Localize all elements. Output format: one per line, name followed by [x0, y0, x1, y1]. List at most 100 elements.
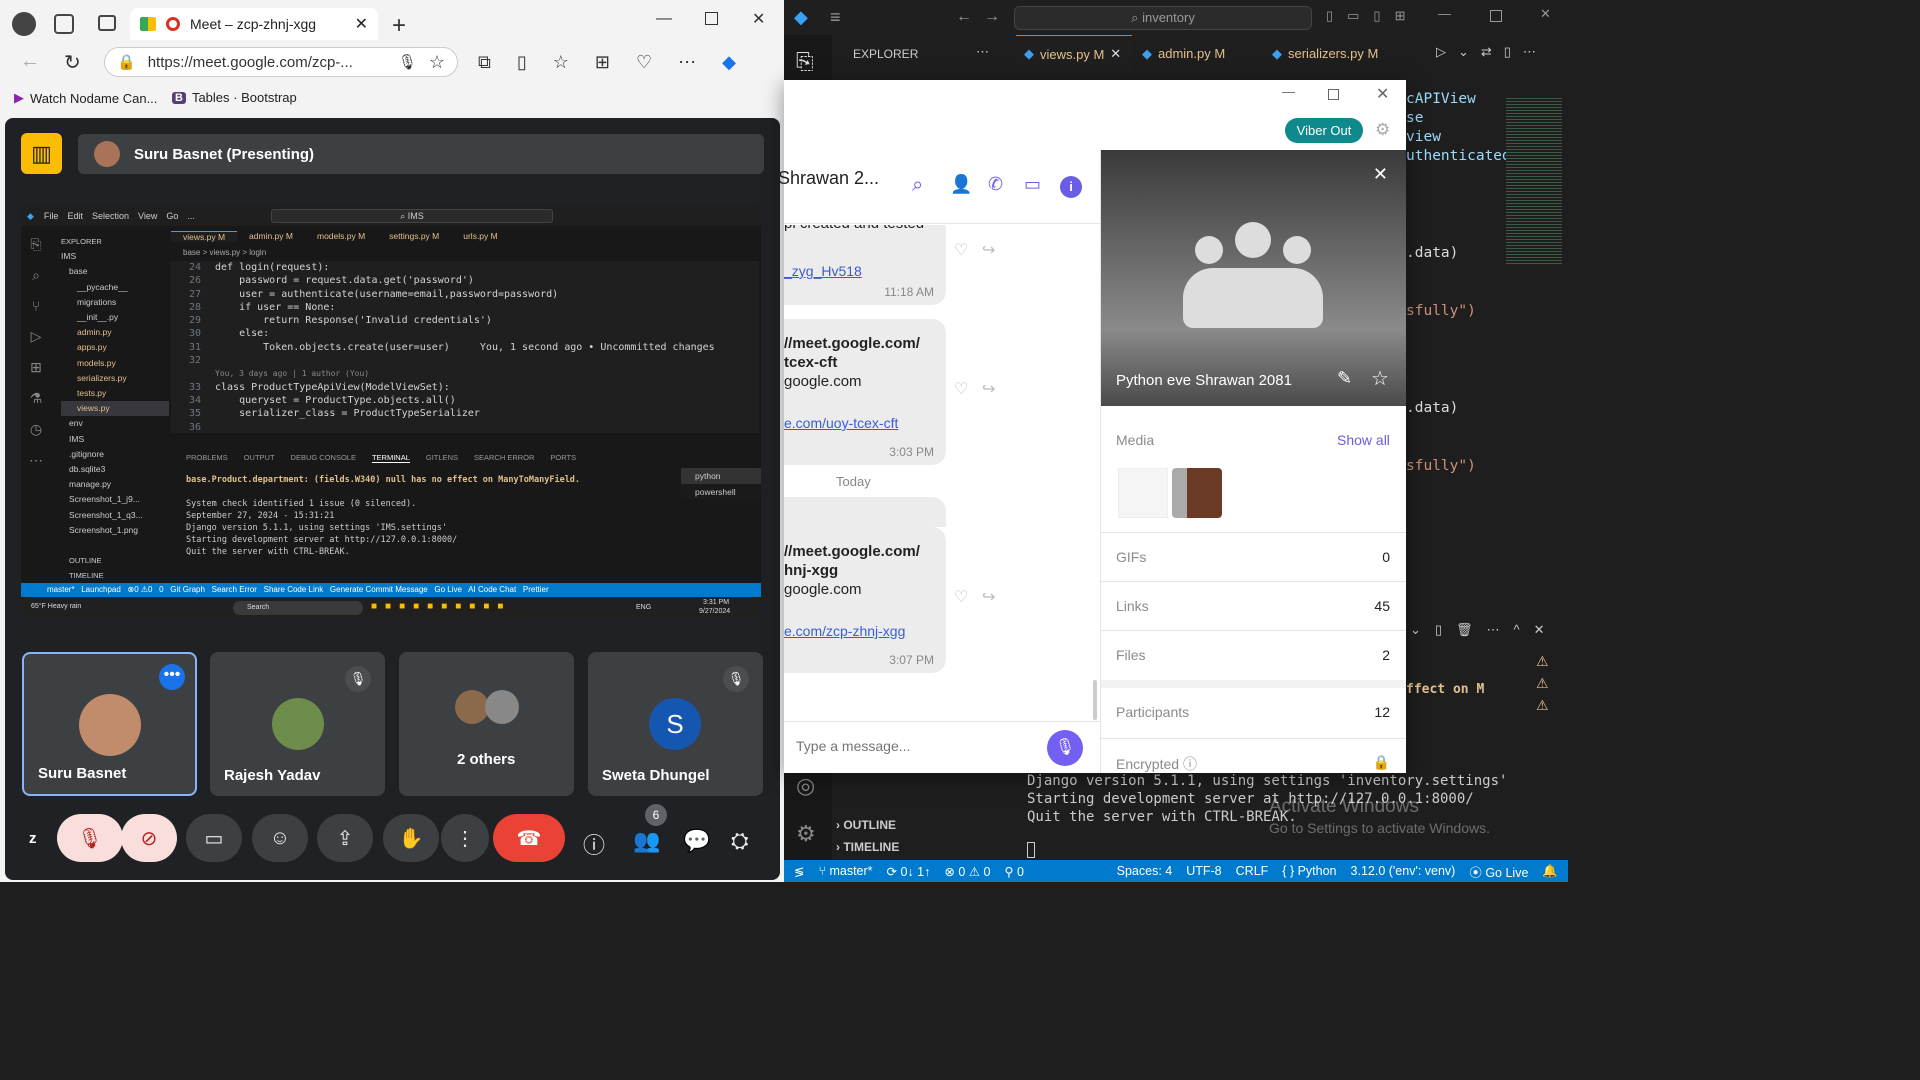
shared-timeline[interactable]: TIMELINE — [69, 571, 104, 580]
more-icon[interactable]: ⋯ — [29, 452, 43, 469]
editor-tab[interactable]: views.py M — [171, 230, 238, 242]
stat-links[interactable]: Links 45 — [1116, 598, 1390, 614]
shared-outline[interactable]: OUTLINE — [69, 556, 102, 565]
viber-out-button[interactable]: Viber Out — [1285, 118, 1363, 143]
editor-tab[interactable]: ◆ admin.py M — [1142, 35, 1225, 72]
tab-actions-icon[interactable] — [98, 15, 116, 31]
sync[interactable]: ⟳ 0↓ 1↑ — [887, 864, 931, 879]
minimize-button[interactable]: — — [1438, 6, 1451, 21]
activities-icon[interactable]: ⛭ — [731, 828, 749, 854]
interpreter[interactable]: 3.12.0 ('env': venv) — [1351, 864, 1456, 878]
tree-item[interactable]: Screenshot_1_q3... — [61, 508, 169, 523]
shell-python[interactable]: python — [681, 468, 761, 484]
mic-icon[interactable]: 🎙 — [398, 53, 417, 71]
shared-search[interactable]: ⌕ IMS — [271, 209, 553, 223]
stat-files[interactable]: Files 2 — [1116, 647, 1390, 663]
favorite-star-icon[interactable]: ☆ — [1371, 366, 1389, 391]
close-window-button[interactable]: ✕ — [752, 9, 765, 29]
more-icon[interactable]: ⋯ — [678, 52, 696, 73]
notifications-icon[interactable]: 🔔 — [1542, 864, 1558, 879]
captions-button[interactable]: ▭ — [186, 814, 242, 862]
search-icon[interactable]: ⌕ — [32, 267, 40, 284]
message-link[interactable]: _zyg_Hv518 — [784, 263, 862, 279]
tree-item[interactable]: migrations — [61, 295, 169, 310]
minimize-button[interactable]: — — [656, 10, 672, 28]
people-icon[interactable]: 👥 — [633, 828, 660, 854]
share-icon[interactable]: ↪ — [982, 587, 995, 607]
new-tab-button[interactable]: + — [392, 12, 406, 40]
participant-tile[interactable]: ••• Suru Basnet — [22, 652, 197, 796]
collections-icon[interactable]: ⊞ — [595, 52, 610, 73]
voice-message-button[interactable]: 🎙 — [1047, 730, 1083, 766]
maximize-button[interactable] — [705, 12, 718, 25]
outline-section[interactable]: › OUTLINE — [836, 818, 896, 832]
run-icon[interactable]: ▷ — [31, 328, 42, 345]
favorites-icon[interactable]: ☆ — [553, 52, 569, 73]
tree-item[interactable]: .gitignore — [61, 447, 169, 462]
show-all-link[interactable]: Show all — [1337, 432, 1390, 448]
ports[interactable]: ⚲ 0 — [1004, 864, 1024, 879]
close-tab-icon[interactable]: ✕ — [1110, 46, 1121, 62]
close-panel-icon[interactable]: ✕ — [1373, 164, 1388, 185]
workspaces-icon[interactable] — [54, 14, 74, 34]
tree-item[interactable]: views.py — [61, 401, 169, 417]
like-icon[interactable]: ♡ — [954, 240, 968, 260]
bookmark-1[interactable]: ▶ Watch Nodame Can... — [14, 90, 157, 106]
language-mode[interactable]: { } Python — [1282, 864, 1336, 878]
extensions-icon[interactable]: ⊞ — [30, 359, 42, 376]
favorite-star-icon[interactable]: ☆ — [429, 52, 445, 73]
panel-tab[interactable]: OUTPUT — [244, 453, 275, 463]
media-thumbnail[interactable] — [1118, 468, 1168, 518]
edit-icon[interactable]: ✎ — [1337, 368, 1352, 389]
stat-participants[interactable]: Participants 12 — [1116, 704, 1390, 720]
message-link[interactable]: e.com/zcp-zhnj-xgg — [784, 623, 905, 639]
tree-item[interactable]: __pycache__ — [61, 280, 169, 295]
panel-tab[interactable]: PORTS — [550, 453, 576, 463]
browser-essentials-icon[interactable]: ♡ — [636, 52, 652, 73]
camera-toggle-button[interactable]: ⊘ — [121, 814, 177, 862]
encoding[interactable]: UTF-8 — [1186, 864, 1221, 878]
tree-item[interactable]: admin.py — [61, 325, 169, 340]
tree-item[interactable]: serializers.py — [61, 371, 169, 386]
tree-item[interactable]: Screenshot_1_j9... — [61, 492, 169, 507]
like-icon[interactable]: ♡ — [954, 379, 968, 399]
explorer-more-icon[interactable]: ⋯ — [976, 44, 989, 60]
message-link[interactable]: e.com/uoy-tcex-cft — [784, 415, 898, 431]
close-window-button[interactable]: ✕ — [1540, 6, 1551, 22]
message-bubble[interactable]: //meet.google.com/hnj-xgg google.com e.com… — [784, 527, 946, 673]
editor-tab[interactable]: urls.py M — [451, 231, 509, 241]
indentation[interactable]: Spaces: 4 — [1117, 864, 1173, 878]
copilot-icon[interactable]: ◆ — [722, 52, 736, 73]
scrollbar[interactable] — [1093, 680, 1097, 720]
files-icon[interactable]: ⎘ — [30, 236, 41, 253]
menu-icon[interactable]: ≡ — [830, 7, 841, 28]
stat-gifs[interactable]: GIFs 0 — [1116, 549, 1390, 565]
tree-item[interactable]: IMS — [61, 432, 169, 447]
participant-tile[interactable]: S 🎙 Sweta Dhungel — [588, 652, 763, 796]
branch[interactable]: ⑂ master* — [818, 864, 872, 878]
editor-tab[interactable]: ◆ serializers.py M — [1272, 35, 1378, 72]
raise-hand-button[interactable]: ✋ — [383, 814, 439, 862]
extensions-icon[interactable]: ⧉ — [478, 52, 491, 73]
browser-tab[interactable]: Meet – zcp-zhnj-xgg ✕ — [130, 8, 378, 40]
eol[interactable]: CRLF — [1236, 864, 1269, 878]
media-thumbnail[interactable] — [1172, 468, 1222, 518]
bookmark-2[interactable]: B Tables · Bootstrap — [172, 90, 297, 105]
video-call-icon[interactable]: ▭ — [1024, 174, 1041, 195]
participant-tile[interactable]: 🎙 Rajesh Yadav — [210, 652, 385, 796]
close-tab-icon[interactable]: ✕ — [355, 14, 368, 34]
present-button[interactable]: ⇪ — [317, 814, 373, 862]
editor-tab[interactable]: settings.py M — [377, 231, 451, 241]
tree-item[interactable]: __init__.py — [61, 310, 169, 325]
chat-name[interactable]: Shrawan 2... — [778, 168, 879, 189]
info-icon[interactable]: ⓘ — [583, 828, 605, 860]
tree-item[interactable]: apps.py — [61, 340, 169, 355]
command-search[interactable]: ⌕ inventory — [1014, 6, 1312, 30]
tree-item[interactable]: Screenshot_1.png — [61, 523, 169, 538]
test-icon[interactable]: ⚗ — [30, 390, 43, 407]
maximize-button[interactable] — [1490, 10, 1502, 22]
tree-item[interactable]: models.py — [61, 356, 169, 371]
leave-call-button[interactable]: ☎ — [493, 814, 565, 862]
editor-actions[interactable]: ▷⌄⇄▯⋯ — [1436, 44, 1548, 60]
editor-tab[interactable]: admin.py M — [237, 231, 305, 241]
